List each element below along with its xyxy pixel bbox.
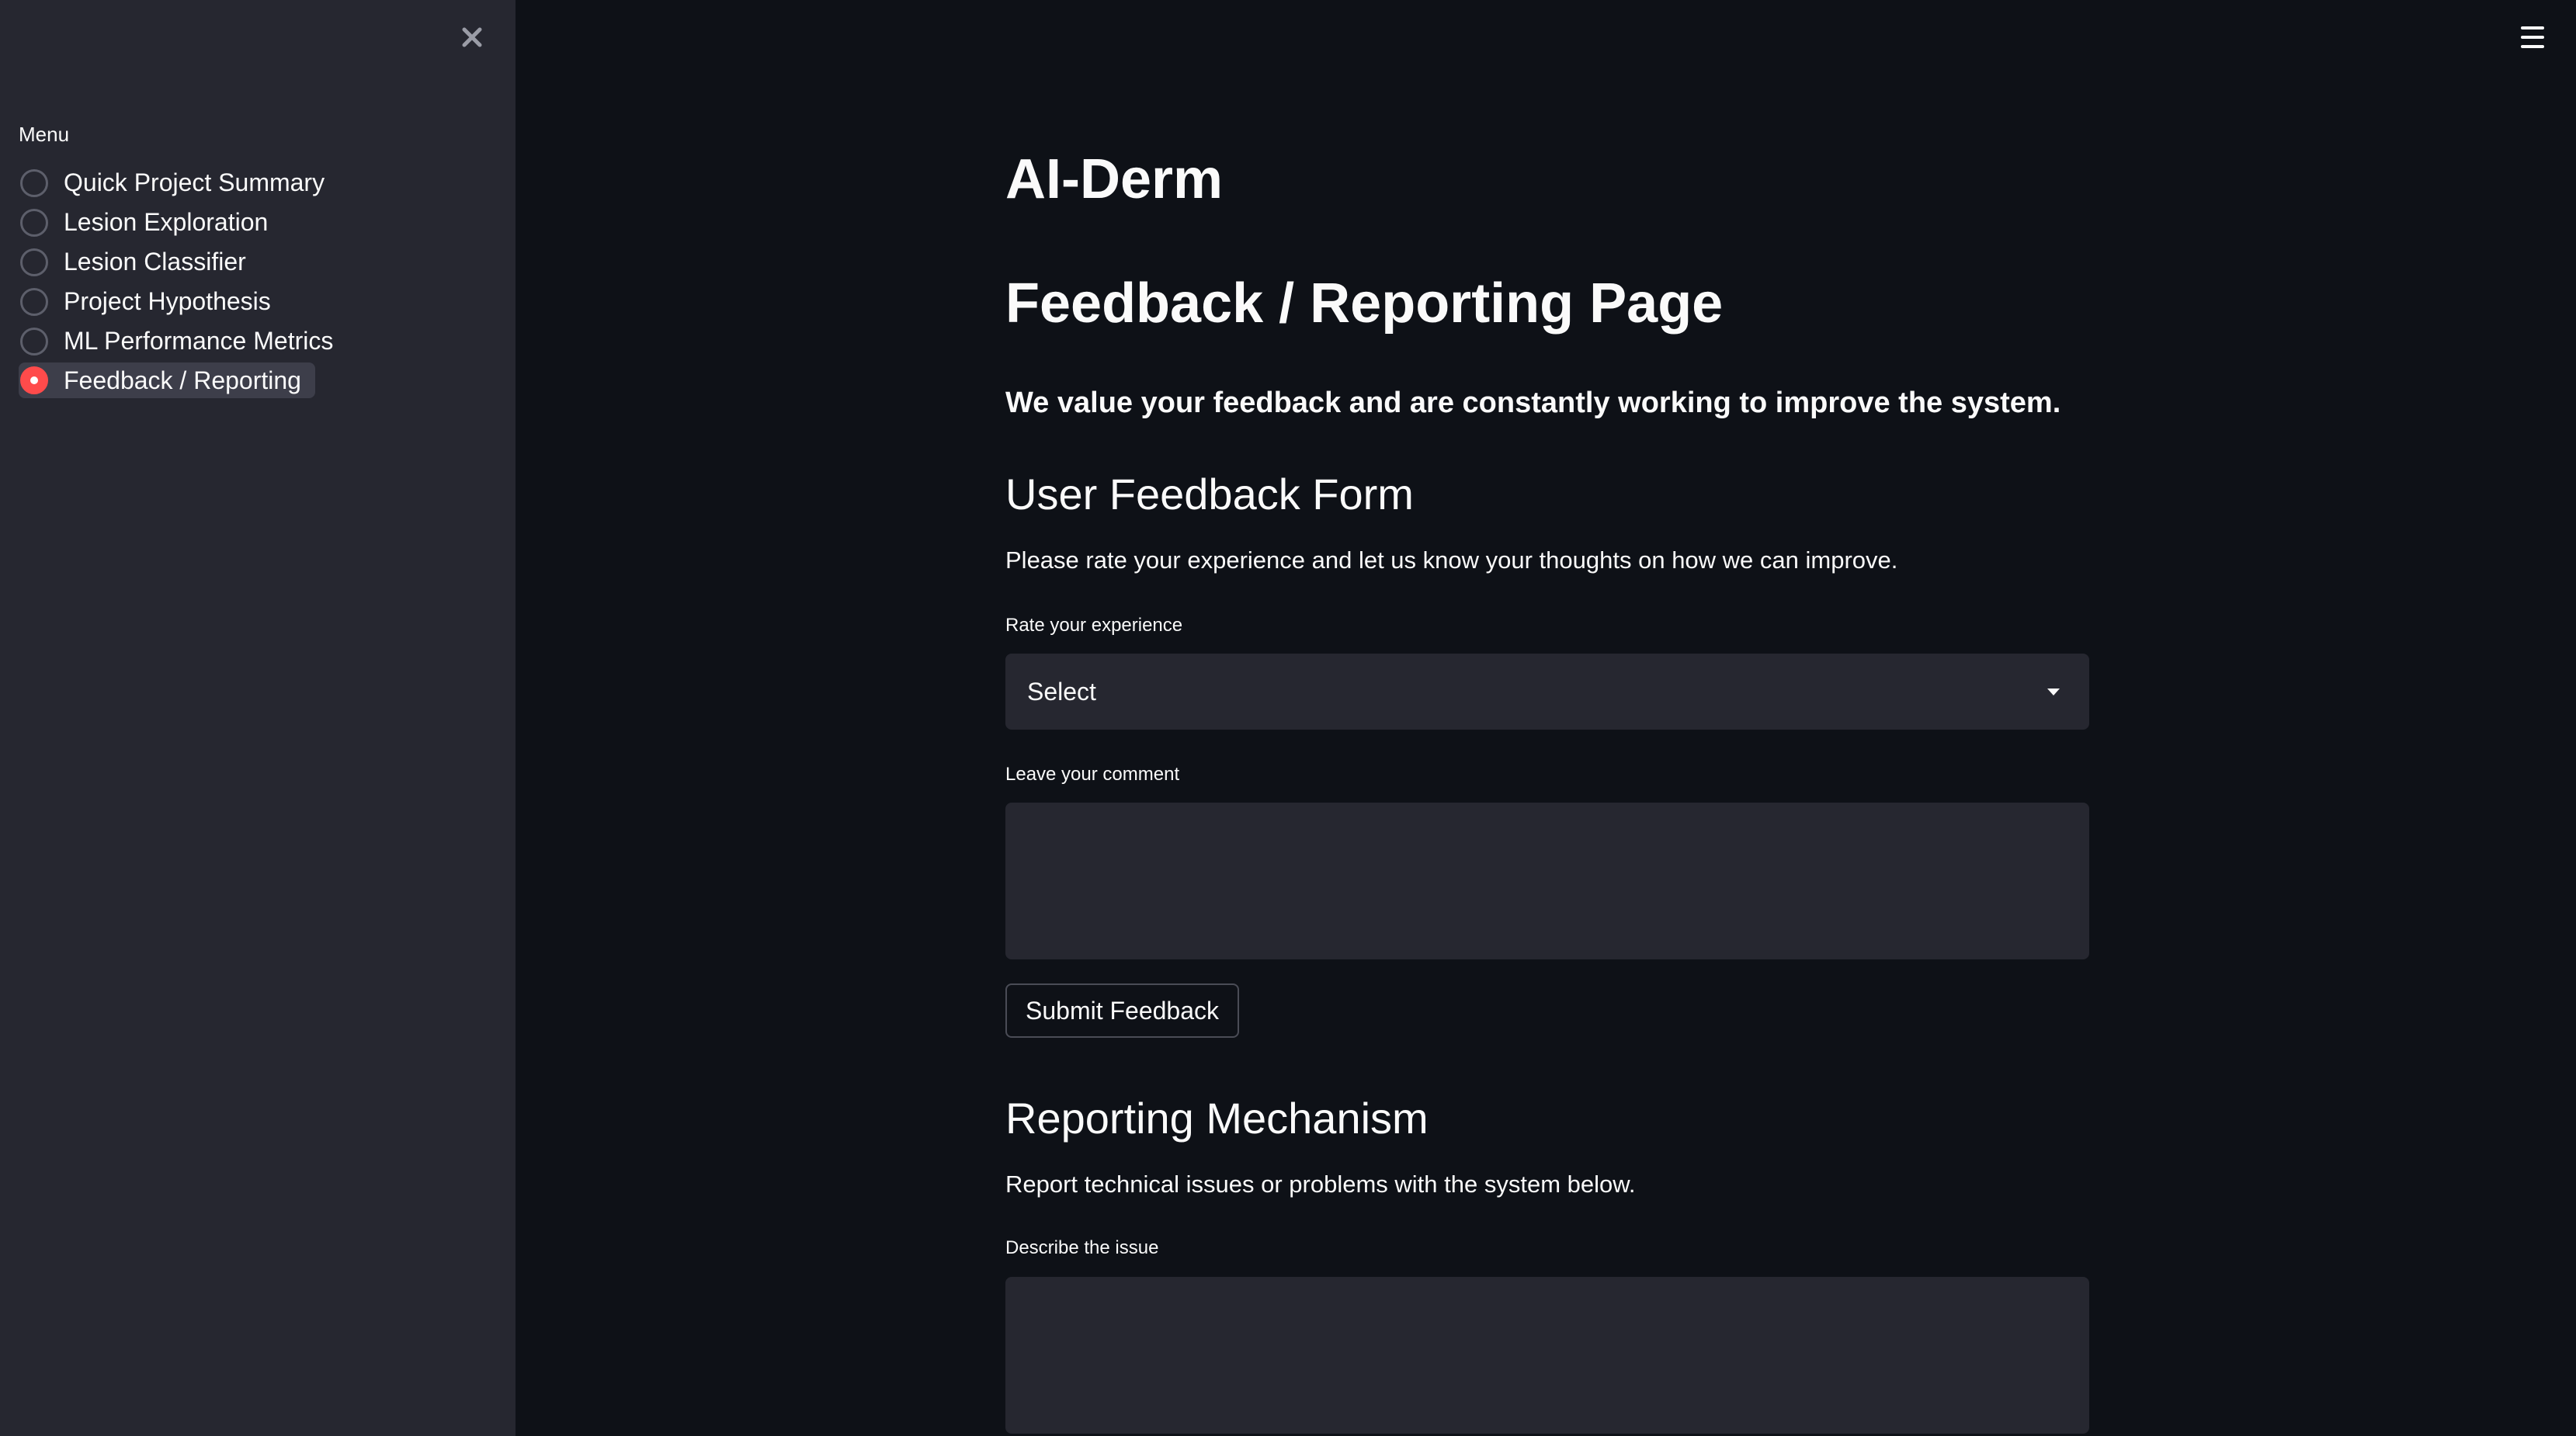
rating-select[interactable]: Select bbox=[1005, 654, 2089, 730]
nav-item-label: ML Performance Metrics bbox=[64, 327, 334, 355]
reporting-heading: Reporting Mechanism bbox=[1005, 1094, 1429, 1143]
app-title: AI-Derm bbox=[1005, 148, 1224, 210]
comment-label: Leave your comment bbox=[1005, 764, 1180, 785]
feedback-form-description: Please rate your experience and let us k… bbox=[1005, 546, 1898, 574]
nav-item-project-hypothesis[interactable]: Project Hypothesis bbox=[19, 282, 285, 321]
page-title: Feedback / Reporting Page bbox=[1005, 272, 1724, 335]
radio-unselected-icon bbox=[20, 208, 48, 237]
nav-item-quick-project-summary[interactable]: Quick Project Summary bbox=[19, 163, 338, 203]
radio-unselected-icon bbox=[20, 287, 48, 316]
nav-item-label: Project Hypothesis bbox=[64, 287, 271, 315]
submit-feedback-button[interactable]: Submit Feedback bbox=[1005, 983, 1240, 1038]
rating-label: Rate your experience bbox=[1005, 615, 1183, 636]
rating-select-value: Select bbox=[1027, 677, 1096, 706]
nav-item-ml-performance-metrics[interactable]: ML Performance Metrics bbox=[19, 321, 347, 361]
nav-item-label: Lesion Exploration bbox=[64, 208, 269, 236]
navigation-radio-group: Quick Project Summary Lesion Exploration… bbox=[19, 163, 347, 398]
intro-text: We value your feedback and are constantl… bbox=[1005, 387, 2061, 419]
nav-item-feedback-reporting[interactable]: Feedback / Reporting bbox=[19, 362, 315, 398]
nav-item-lesion-classifier[interactable]: Lesion Classifier bbox=[19, 242, 260, 282]
feedback-form-heading: User Feedback Form bbox=[1005, 470, 1414, 519]
chevron-down-icon bbox=[2047, 689, 2060, 695]
radio-unselected-icon bbox=[20, 248, 48, 276]
nav-item-label: Feedback / Reporting bbox=[64, 366, 301, 394]
close-icon[interactable] bbox=[457, 22, 488, 53]
radio-unselected-icon bbox=[20, 327, 48, 356]
nav-item-lesion-exploration[interactable]: Lesion Exploration bbox=[19, 203, 282, 242]
sidebar: Menu Quick Project Summary Lesion Explor… bbox=[0, 0, 516, 1436]
radio-selected-icon bbox=[20, 366, 48, 394]
radio-unselected-icon bbox=[20, 168, 48, 197]
comment-textarea[interactable] bbox=[1005, 803, 2089, 959]
nav-item-label: Lesion Classifier bbox=[64, 248, 246, 276]
radio-dot bbox=[30, 376, 38, 384]
issue-label: Describe the issue bbox=[1005, 1237, 1159, 1258]
reporting-description: Report technical issues or problems with… bbox=[1005, 1171, 1636, 1198]
issue-textarea[interactable] bbox=[1005, 1277, 2089, 1434]
hamburger-icon[interactable] bbox=[2515, 22, 2550, 53]
menu-label: Menu bbox=[19, 123, 70, 146]
nav-item-label: Quick Project Summary bbox=[64, 168, 325, 196]
